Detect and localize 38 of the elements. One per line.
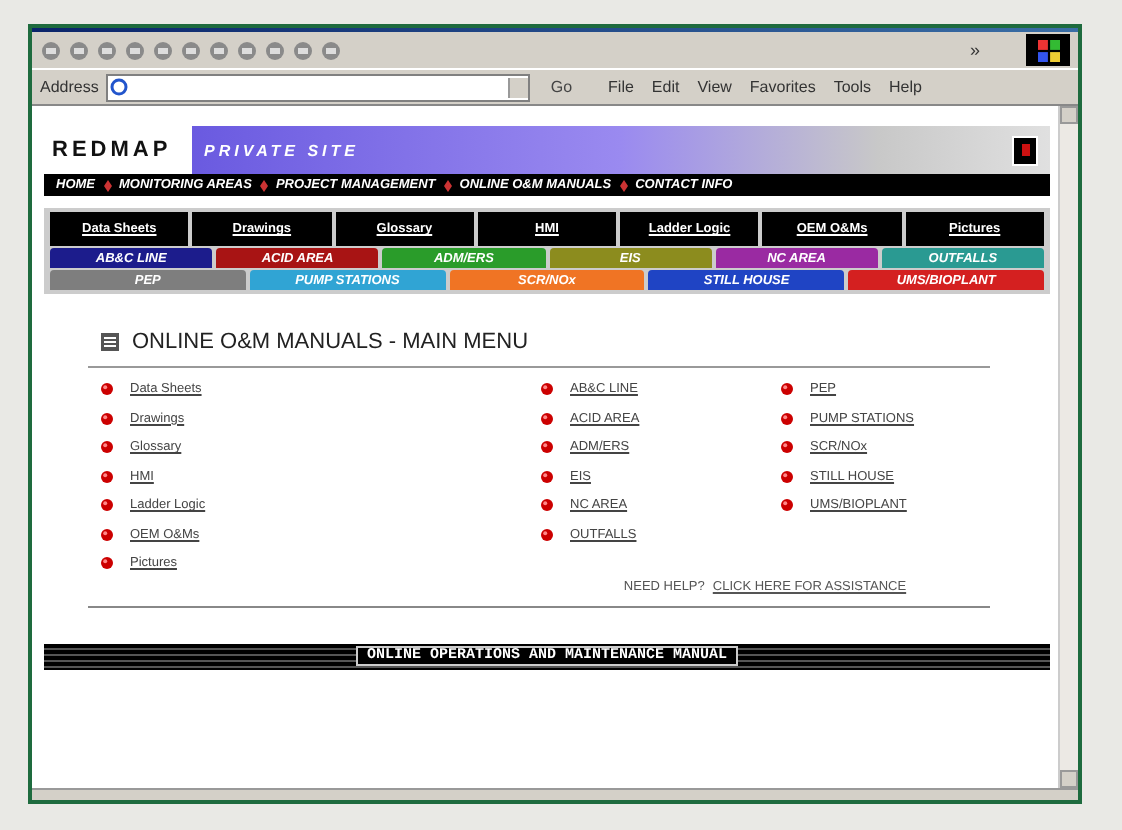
menu-item[interactable]: Help xyxy=(889,78,922,96)
address-label: Address xyxy=(40,78,99,96)
bullet-icon xyxy=(100,556,114,571)
diamond-icon xyxy=(259,179,268,191)
bullet-icon xyxy=(540,382,554,397)
document-icon xyxy=(100,332,120,352)
windows-logo-icon xyxy=(1026,34,1070,66)
go-button[interactable]: Go xyxy=(538,78,585,96)
bullet-icon xyxy=(780,498,794,513)
address-field[interactable] xyxy=(106,73,531,101)
menu-title: ONLINE O&M MANUALS - MAIN MENU xyxy=(132,330,529,354)
bullet-icon xyxy=(540,498,554,513)
bullet-icon xyxy=(100,411,114,426)
diamond-icon xyxy=(103,179,111,191)
bullet-icon xyxy=(540,469,554,484)
bullet-icon xyxy=(100,382,114,397)
menu-item[interactable]: Tools xyxy=(833,78,872,96)
menu-item[interactable]: File xyxy=(608,78,634,96)
bullet-icon xyxy=(100,469,114,484)
bullet-icon xyxy=(540,440,554,455)
diamond-icon xyxy=(443,179,452,191)
banner-subtitle: PRIVATE SITE xyxy=(204,141,359,159)
bullet-icon xyxy=(540,527,554,542)
bullet-icon xyxy=(780,382,794,397)
bullet-icon xyxy=(540,411,554,426)
menu-item[interactable]: View xyxy=(697,78,732,96)
scrollbar[interactable] xyxy=(1058,106,1078,788)
menu-item[interactable]: Edit xyxy=(651,78,680,96)
bullet-icon xyxy=(780,469,794,484)
site-logo[interactable]: REDMAP xyxy=(44,126,192,174)
diamond-icon xyxy=(619,179,628,191)
toolbar-chevron[interactable]: » xyxy=(969,40,980,60)
bullet-icon xyxy=(780,411,794,426)
bullet-icon xyxy=(100,527,114,542)
menu-item[interactable]: Favorites xyxy=(749,78,816,96)
bullet-icon xyxy=(100,498,114,513)
bullet-icon xyxy=(780,440,794,455)
bullet-icon xyxy=(100,440,114,455)
